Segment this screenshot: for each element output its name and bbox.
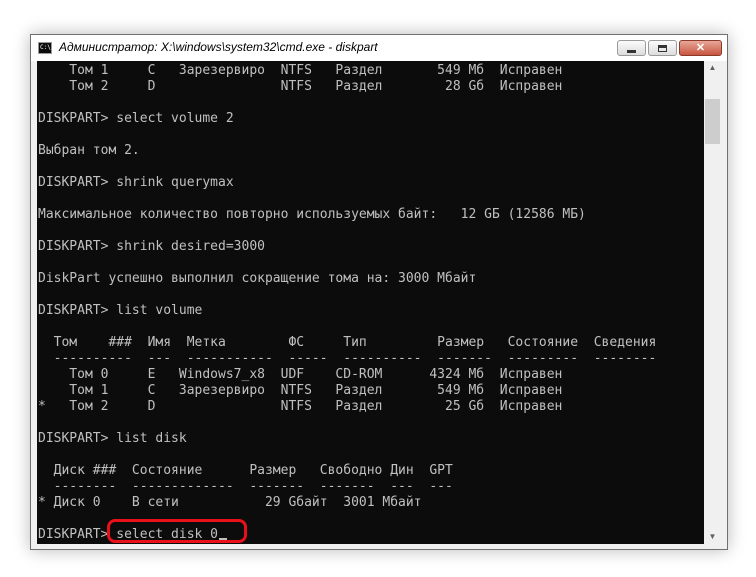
console-line: DISKPART> list disk: [38, 431, 187, 446]
console-line: * Том 2 D NTFS Раздел 25 Gб Исправен: [38, 399, 563, 414]
console-line: ---------- --- ----------- ----- -------…: [38, 351, 657, 366]
minimize-button[interactable]: [617, 40, 646, 56]
console-output[interactable]: DISKPART> select disk 0 * Диск 0 В сети 2…: [37, 61, 704, 544]
console-line: Диск ### Состояние Размер Свободно Дин G…: [38, 463, 453, 478]
console-line: Том 2 D NTFS Раздел 28 Gб Исправен: [38, 79, 563, 94]
close-button[interactable]: ✕: [679, 40, 722, 56]
console-line: -------- ------------- ------- ------- -…: [38, 479, 453, 494]
scroll-up-icon[interactable]: ▲: [704, 61, 721, 75]
console-line: Том 0 E Windows7_x8 UDF CD-ROM 4324 Мб И…: [38, 367, 563, 382]
scroll-down-icon[interactable]: ▼: [704, 530, 721, 544]
window-title: Администратор: X:\windows\system32\cmd.e…: [59, 40, 378, 54]
console-line: DISKPART> select volume 2: [38, 111, 234, 126]
cmd-window: C:\ Администратор: X:\windows\system32\c…: [30, 34, 728, 550]
console-line: DiskPart успешно выполнил сокращение том…: [38, 271, 477, 286]
console-line: DISKPART> shrink desired=3000: [38, 239, 265, 254]
maximize-icon: [658, 44, 667, 52]
cmd-icon: C:\: [38, 42, 52, 54]
minimize-icon: [627, 49, 636, 53]
console-line: DISKPART> shrink querymax: [38, 175, 234, 190]
close-icon: ✕: [695, 42, 706, 54]
console-line: Том 1 C Зарезервиро NTFS Раздел 549 Мб И…: [38, 63, 563, 78]
console-line: DISKPART> list volume: [38, 303, 203, 318]
scroll-thumb[interactable]: [705, 99, 720, 144]
console-line: * Диск 0 В сети 29 Gбайт 3001 Мбайт: [38, 495, 422, 510]
console-line: Том ### Имя Метка ФС Тип Размер Состояни…: [38, 335, 657, 350]
console-line: Максимальное количество повторно использ…: [38, 207, 586, 222]
vertical-scrollbar[interactable]: ▲ ▼: [704, 61, 721, 544]
maximize-button[interactable]: [648, 40, 677, 56]
console-line: Выбран том 2.: [38, 143, 140, 158]
console-line: Том 1 C Зарезервиро NTFS Раздел 549 Мб И…: [38, 383, 563, 398]
highlight-annotation: [107, 519, 247, 543]
title-bar[interactable]: C:\ Администратор: X:\windows\system32\c…: [31, 35, 727, 61]
